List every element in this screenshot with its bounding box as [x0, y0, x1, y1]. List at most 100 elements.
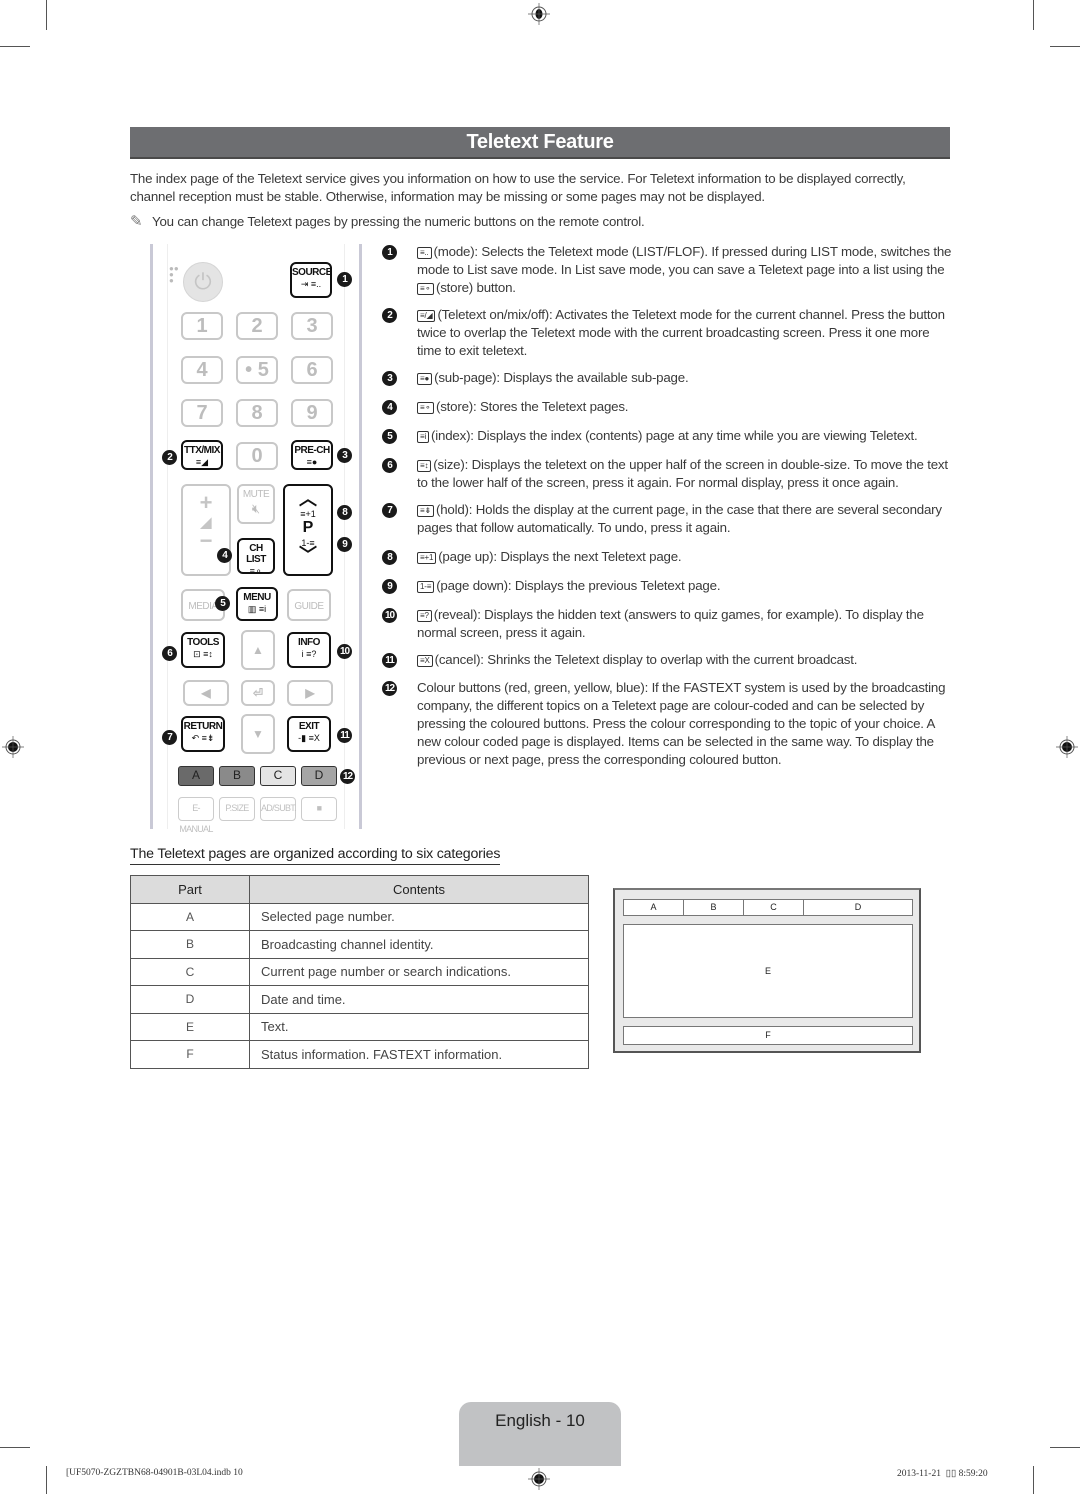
callout-12: 12: [340, 769, 355, 784]
chevron-up-icon: ︿: [299, 489, 317, 509]
table-row: D Date and time.: [130, 985, 589, 1014]
index-icon: ▥ ≡i: [247, 604, 267, 614]
description-item: 4 ≡⚬ (store): Stores the Teletext pages.: [382, 398, 952, 416]
remote-control-illustration: ●● ● ● ⏻ SOURCE ⇥ ≡.. 1 1 2 3 4 • 5 6 7 8 …: [150, 244, 362, 834]
number-button-7: 7: [181, 399, 223, 427]
number-button-3: 3: [291, 312, 333, 340]
crop-mark: [1050, 1447, 1080, 1448]
callout-6: 6: [162, 646, 177, 661]
p-size-button: P.SIZE: [219, 797, 255, 821]
chevron-down-icon: ﹀: [299, 545, 317, 565]
input-icon: ⇥ ≡..: [300, 279, 322, 289]
page-down-icon: 1-≡: [417, 581, 435, 593]
intro-paragraph: The index page of the Teletext service g…: [130, 171, 906, 204]
registration-mark-icon: [528, 1468, 550, 1490]
table-row: C Current page number or search indicatio…: [130, 957, 589, 986]
right-arrow-button: ▶: [287, 680, 333, 706]
callout-9: 9: [337, 537, 352, 552]
number-button-1: 1: [181, 312, 223, 340]
page-title: Teletext Feature: [130, 127, 950, 159]
size-icon: ⊡ ≡↕: [193, 649, 213, 659]
page-up-icon: ≡+1: [300, 509, 316, 519]
description-item: 11 ≡X (cancel): Shrinks the Teletext disp…: [382, 651, 952, 669]
diagram-section-f: F: [623, 1026, 913, 1045]
description-item: 9 1-≡ (page down): Displays the previous …: [382, 577, 952, 595]
store-icon: ≡⚬: [417, 283, 434, 295]
number-button-5: • 5: [236, 356, 278, 384]
sub-page-icon: ≡●: [306, 457, 318, 467]
power-icon: ⏻: [183, 262, 223, 302]
description-item: 6 ≡↕ (size): Displays the teletext on the…: [382, 456, 952, 492]
description-item: 5 ≡i (index): Displays the index (content…: [382, 427, 952, 445]
plus-icon: +: [199, 490, 213, 515]
guide-button: GUIDE: [287, 589, 331, 621]
source-button: SOURCE ⇥ ≡..: [290, 262, 332, 298]
color-button-a: A: [178, 766, 214, 786]
note: ✎ You can change Teletext pages by pressi…: [130, 213, 950, 231]
hold-icon: ↶ ≡⇟: [191, 733, 215, 743]
info-button: INFO i ≡?: [287, 632, 331, 668]
tools-button: TOOLS ⊡ ≡↕: [181, 632, 225, 668]
number-button-9: 9: [291, 399, 333, 427]
footer-timestamp: 2013-11-21 ▯▯ 8:59:20: [897, 1469, 988, 1479]
diagram-section-a: A: [624, 900, 684, 915]
return-button: RETURN ↶ ≡⇟: [181, 716, 225, 752]
registration-mark-icon: [1056, 736, 1078, 758]
column-header-part: Part: [130, 875, 250, 904]
diagram-section-c: C: [744, 900, 804, 915]
footer-file-info: [UF5070-ZGZTBN68-04901B-03L04.indb 10: [66, 1468, 243, 1478]
diagram-section-e: E: [623, 924, 913, 1018]
callout-3: 3: [337, 448, 352, 463]
diagram-section-d: D: [854, 902, 862, 912]
note-text: You can change Teletext pages by pressin…: [152, 214, 645, 229]
mute-button: MUTE 🔇︎: [237, 484, 275, 524]
crop-mark: [1050, 46, 1080, 47]
sub-page-icon: ≡●: [417, 373, 433, 385]
teletext-mix-icon: ≡◢: [195, 457, 209, 467]
categories-heading: The Teletext pages are organized accordi…: [130, 846, 500, 865]
down-arrow-button: ▼: [241, 714, 275, 754]
description-item: 8 ≡+1 (page up): Displays the next Telete…: [382, 548, 952, 566]
enter-button: ⏎: [241, 680, 275, 706]
description-item: 12 Colour buttons (red, green, yellow, b…: [382, 679, 952, 769]
number-button-4: 4: [181, 356, 223, 384]
column-header-contents: Contents: [249, 875, 589, 904]
mode-icon: ≡..: [417, 247, 432, 259]
callout-8: 8: [337, 505, 352, 520]
callout-10: 10: [337, 644, 352, 659]
channel-rocker: ︿ ≡+1 P 1-≡ ﹀: [283, 484, 333, 576]
page-number-tab: English - 10: [459, 1402, 621, 1466]
up-arrow-button: ▲: [241, 630, 275, 670]
crop-mark: [0, 46, 30, 47]
mute-icon: 🔇︎: [251, 501, 261, 516]
index-icon: ≡i: [417, 431, 430, 443]
exit-button: EXIT -▮ ≡X: [287, 716, 331, 752]
store-icon: ≡⚬: [417, 402, 434, 414]
pencil-note-icon: ✎: [130, 213, 143, 230]
store-icon: ≡⚬: [249, 566, 263, 576]
table-row: E Text.: [130, 1012, 589, 1041]
table-row: B Broadcasting channel identity.: [130, 930, 589, 959]
stop-button: ■: [301, 797, 337, 821]
callout-1: 1: [337, 272, 352, 287]
table-header-row: Part Contents: [130, 875, 589, 904]
registration-mark-icon: [2, 736, 24, 758]
color-button-c: C: [260, 766, 296, 786]
e-manual-button: E-MANUAL: [178, 797, 214, 834]
crop-mark: [46, 1466, 47, 1494]
color-button-b: B: [219, 766, 255, 786]
teletext-mix-icon: ≡/◢: [417, 310, 436, 322]
table-row: F Status information. FASTEXT information…: [130, 1040, 589, 1069]
teletext-layout-diagram: A B C D E F: [613, 888, 921, 1053]
pre-ch-button: PRE-CH ≡●: [291, 440, 333, 470]
callout-2: 2: [162, 450, 177, 465]
crop-mark: [46, 0, 47, 30]
callout-11: 11: [337, 728, 352, 743]
diagram-section-b: B: [684, 900, 744, 915]
diagram-header-row: A B C D: [623, 899, 913, 916]
button-description-list: 1 ≡.. (mode): Selects the Teletext mode (…: [382, 243, 952, 769]
cancel-icon: ≡X: [417, 655, 433, 667]
number-button-0: 0: [236, 442, 278, 470]
ampm-glyph-icon: ▯▯: [945, 1469, 957, 1479]
description-item: 7 ≡⇟ (hold): Holds the display at the cur…: [382, 501, 952, 537]
